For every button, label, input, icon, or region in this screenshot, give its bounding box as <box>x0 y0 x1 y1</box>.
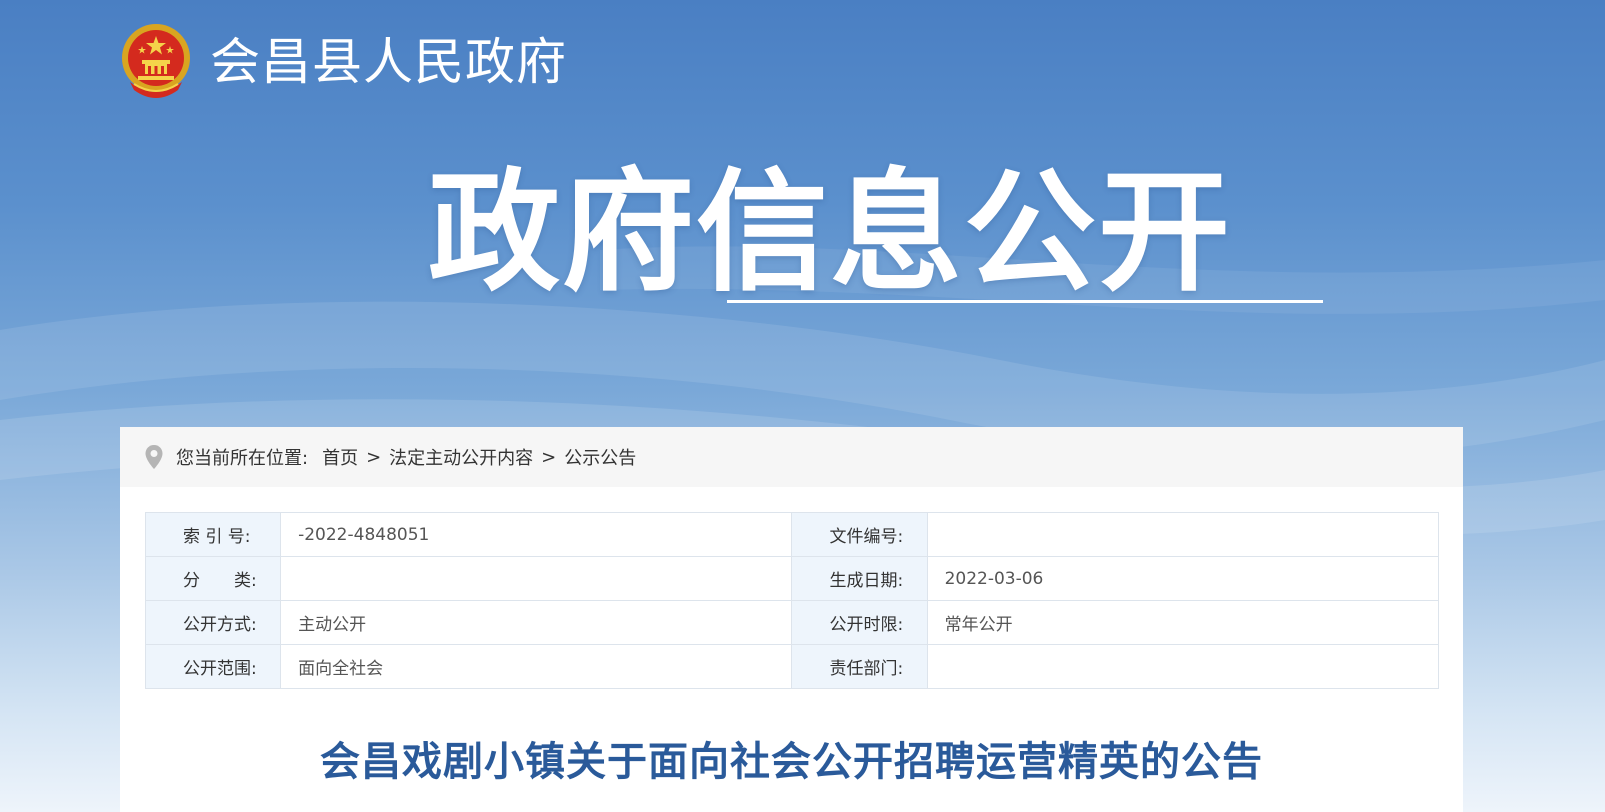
method-label: 公开方式: <box>144 600 282 645</box>
table-row: 公开方式: 主动公开 公开时限: 常年公开 <box>144 600 1440 645</box>
date-label: 生成日期: <box>791 556 928 601</box>
banner-title: 政府信息公开 <box>428 156 1232 310</box>
breadcrumb-home[interactable]: 首页 <box>322 444 358 470</box>
table-row: 公开范围: 面向全社会 责任部门: <box>144 644 1440 689</box>
index-label: 索 引 号: <box>144 512 282 557</box>
site-title[interactable]: 会昌县人民政府 <box>210 22 567 102</box>
scope-value: 面向全社会 <box>280 644 793 689</box>
dept-label: 责任部门: <box>791 644 928 689</box>
breadcrumb-separator: > <box>366 446 382 468</box>
dept-value <box>926 644 1440 689</box>
breadcrumb-separator: > <box>541 446 557 468</box>
breadcrumb-legal-content[interactable]: 法定主动公开内容 <box>389 444 533 470</box>
method-value: 主动公开 <box>280 600 793 645</box>
metadata-table: 索 引 号: -2022-4848051 文件编号: 分 类: 生成日期: 20… <box>144 512 1440 689</box>
doc-no-label: 文件编号: <box>791 512 928 557</box>
national-emblem-icon <box>122 24 190 98</box>
site-header: 会昌县人民政府 <box>120 22 567 102</box>
banner-underline <box>727 300 1323 303</box>
table-row: 分 类: 生成日期: 2022-03-06 <box>144 556 1440 601</box>
location-pin-icon <box>145 445 163 469</box>
table-row: 索 引 号: -2022-4848051 文件编号: <box>144 512 1440 557</box>
period-label: 公开时限: <box>791 600 928 645</box>
date-value: 2022-03-06 <box>926 556 1440 601</box>
breadcrumb: 您当前所在位置: 首页 > 法定主动公开内容 > 公示公告 <box>120 427 1463 487</box>
article-title: 会昌戏剧小镇关于面向社会公开招聘运营精英的公告 <box>320 739 1263 785</box>
index-value: -2022-4848051 <box>280 512 793 557</box>
breadcrumb-announcements[interactable]: 公示公告 <box>564 444 636 470</box>
breadcrumb-prefix: 您当前所在位置: <box>176 448 309 469</box>
doc-no-value <box>926 512 1440 557</box>
period-value: 常年公开 <box>926 600 1440 645</box>
content-panel: 您当前所在位置: 首页 > 法定主动公开内容 > 公示公告 索 引 号: -20… <box>120 427 1463 812</box>
scope-label: 公开范围: <box>144 644 282 689</box>
category-label: 分 类: <box>144 556 282 601</box>
category-value <box>280 556 793 601</box>
